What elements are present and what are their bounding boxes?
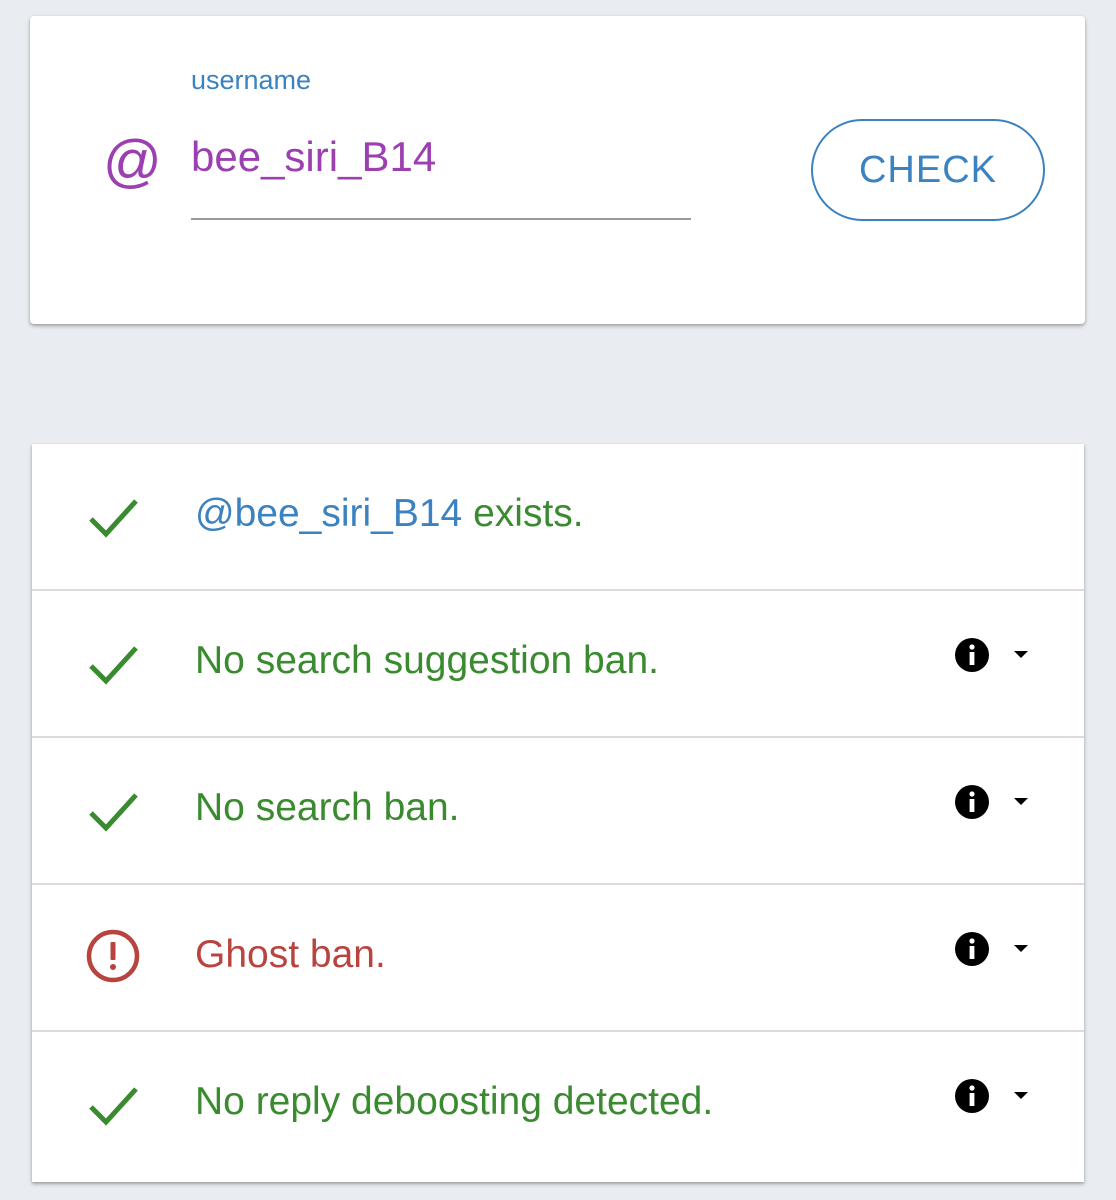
info-icon[interactable] xyxy=(954,637,990,673)
result-row-search-suggestion-ban[interactable]: No search suggestion ban. xyxy=(32,591,1084,738)
exists-suffix: exists. xyxy=(462,492,584,535)
result-text: No search suggestion ban. xyxy=(195,639,659,682)
checkmark-icon xyxy=(89,646,138,685)
results-card: @bee_siri_B14 exists. No search suggesti… xyxy=(32,444,1084,1182)
caret-down-icon[interactable] xyxy=(1010,942,1032,956)
checkmark-icon xyxy=(89,499,138,538)
info-icon[interactable] xyxy=(954,931,990,967)
result-text: Ghost ban. xyxy=(195,933,386,976)
result-row-reply-deboosting[interactable]: No reply deboosting detected. xyxy=(32,1032,1084,1179)
result-text: No reply deboosting detected. xyxy=(195,1080,714,1123)
result-row-exists: @bee_siri_B14 exists. xyxy=(32,444,1084,591)
result-row-ghost-ban[interactable]: Ghost ban. xyxy=(32,885,1084,1032)
caret-down-icon[interactable] xyxy=(1010,1089,1032,1103)
check-button[interactable]: CHECK xyxy=(811,119,1045,221)
caret-down-icon[interactable] xyxy=(1010,648,1032,662)
at-sign-icon: @ xyxy=(102,129,161,194)
result-text: No search ban. xyxy=(195,786,460,829)
info-icon[interactable] xyxy=(954,784,990,820)
result-row-search-ban[interactable]: No search ban. xyxy=(32,738,1084,885)
username-label: username xyxy=(191,65,312,95)
info-icon[interactable] xyxy=(954,1078,990,1114)
checkmark-icon xyxy=(89,1087,138,1126)
username-input[interactable] xyxy=(191,136,691,220)
checkmark-icon xyxy=(89,793,138,832)
account-handle: @bee_siri_B14 xyxy=(195,492,463,535)
caret-down-icon[interactable] xyxy=(1010,795,1032,809)
result-text-exists: @bee_siri_B14 exists. xyxy=(195,492,584,536)
username-search-card: @ username CHECK xyxy=(30,16,1085,324)
alert-circle-icon xyxy=(86,929,140,983)
